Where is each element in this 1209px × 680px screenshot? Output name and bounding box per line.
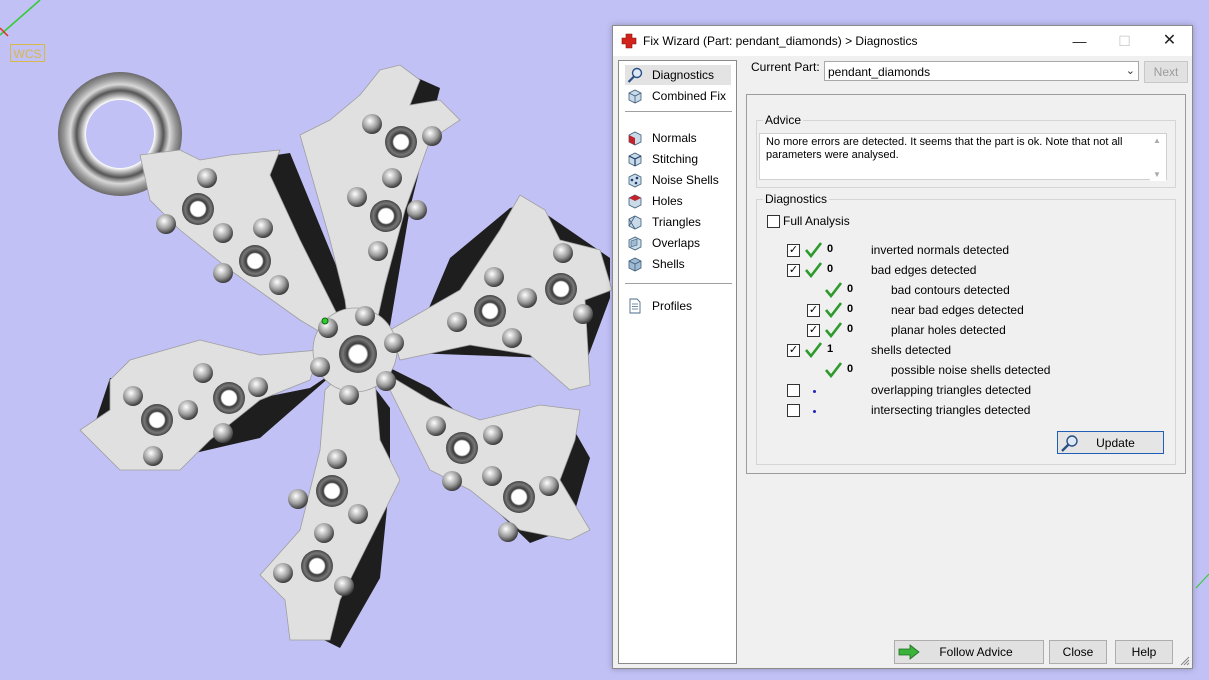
diagnostics-panel: Advice No more errors are detected. It s… bbox=[746, 94, 1186, 474]
help-button[interactable]: Help bbox=[1115, 640, 1173, 664]
intersecting-triangles-label: intersecting triangles detected bbox=[871, 403, 1031, 417]
planar-holes-label: planar holes detected bbox=[891, 323, 1006, 337]
planar-holes-count: 0 bbox=[847, 323, 854, 335]
inverted-normals-count: 0 bbox=[827, 243, 834, 255]
nav-item-shells[interactable]: Shells bbox=[625, 254, 731, 274]
resize-grip-icon[interactable] bbox=[1180, 656, 1190, 666]
nav-label: Overlaps bbox=[652, 236, 701, 250]
triangles-cube-icon bbox=[628, 215, 642, 230]
title-bar[interactable]: Fix Wizard (Part: pendant_diamonds) > Di… bbox=[613, 26, 1192, 56]
red-cross-icon bbox=[621, 33, 637, 49]
nav-item-stitching[interactable]: Stitching bbox=[625, 149, 731, 169]
holes-cube-icon bbox=[628, 194, 642, 209]
follow-advice-button[interactable]: Follow Advice bbox=[894, 640, 1044, 664]
fix-wizard-dialog: Fix Wizard (Part: pendant_diamonds) > Di… bbox=[612, 25, 1193, 669]
nav-label: Shells bbox=[652, 257, 685, 271]
next-button[interactable]: Next bbox=[1144, 61, 1188, 83]
nav-item-holes[interactable]: Holes bbox=[625, 191, 731, 211]
shells-checkbox[interactable]: ✓ bbox=[787, 344, 800, 357]
green-arrow-icon bbox=[898, 644, 920, 660]
nav-label: Noise Shells bbox=[652, 173, 719, 187]
dialog-title: Fix Wizard (Part: pendant_diamonds) > Di… bbox=[643, 34, 918, 48]
nav-label: Stitching bbox=[652, 152, 699, 166]
update-button[interactable]: Update bbox=[1057, 431, 1164, 454]
intersecting-triangles-checkbox[interactable] bbox=[787, 404, 800, 417]
bad-contours-count: 0 bbox=[847, 283, 854, 295]
nav-separator bbox=[625, 283, 732, 284]
follow-advice-label: Follow Advice bbox=[939, 645, 1013, 659]
green-check-icon bbox=[825, 322, 842, 338]
green-check-icon bbox=[825, 302, 842, 318]
inverted-normals-label: inverted normals detected bbox=[871, 243, 1010, 257]
nav-label: Diagnostics bbox=[652, 68, 715, 82]
noise-shells-icon bbox=[628, 173, 642, 188]
noise-shells-label: possible noise shells detected bbox=[891, 363, 1051, 377]
bad-contours-label: bad contours detected bbox=[891, 283, 1010, 297]
nav-separator bbox=[625, 111, 732, 112]
normals-cube-icon bbox=[628, 131, 642, 146]
nav-label: Holes bbox=[652, 194, 683, 208]
document-icon bbox=[629, 298, 641, 314]
nav-item-profiles[interactable]: Profiles bbox=[625, 296, 731, 316]
update-label: Update bbox=[1096, 436, 1135, 450]
full-analysis-label: Full Analysis bbox=[783, 214, 850, 228]
overlaps-cube-icon bbox=[628, 236, 642, 251]
close-button[interactable]: Close bbox=[1049, 640, 1107, 664]
green-check-icon bbox=[825, 282, 842, 298]
advice-scrollbar[interactable]: ▲ ▼ bbox=[1150, 134, 1166, 181]
minimize-button[interactable]: — bbox=[1057, 26, 1102, 56]
stitching-cube-icon bbox=[628, 152, 642, 167]
nav-item-overlaps[interactable]: Overlaps bbox=[625, 233, 731, 253]
near-bad-edges-count: 0 bbox=[847, 303, 854, 315]
wizard-nav: Diagnostics Combined Fix Normals Stitchi… bbox=[618, 60, 737, 664]
nav-item-diagnostics[interactable]: Diagnostics bbox=[625, 65, 731, 85]
nav-item-combined-fix[interactable]: Combined Fix bbox=[625, 86, 731, 106]
cube-icon bbox=[628, 89, 642, 104]
nav-label: Profiles bbox=[652, 299, 693, 313]
advice-textbox[interactable]: No more errors are detected. It seems th… bbox=[759, 133, 1167, 181]
advice-title: Advice bbox=[763, 113, 804, 127]
advice-text: No more errors are detected. It seems th… bbox=[766, 136, 1123, 161]
scroll-down-icon[interactable]: ▼ bbox=[1153, 170, 1161, 179]
inverted-normals-checkbox[interactable]: ✓ bbox=[787, 244, 800, 257]
full-analysis-checkbox[interactable] bbox=[767, 215, 780, 228]
green-check-icon bbox=[805, 262, 822, 278]
magnifier-icon bbox=[627, 67, 643, 83]
overlapping-triangles-checkbox[interactable] bbox=[787, 384, 800, 397]
diagnostics-title: Diagnostics bbox=[763, 192, 830, 206]
nav-label: Normals bbox=[652, 131, 697, 145]
noise-shells-count: 0 bbox=[847, 363, 854, 375]
current-part-select[interactable]: pendant_diamonds ⌄ bbox=[824, 61, 1139, 81]
green-check-icon bbox=[805, 242, 822, 258]
scroll-up-icon[interactable]: ▲ bbox=[1153, 136, 1161, 145]
wcs-label: WCS bbox=[10, 44, 45, 62]
green-check-icon bbox=[825, 362, 842, 378]
shells-count: 1 bbox=[827, 343, 834, 355]
overlapping-triangles-label: overlapping triangles detected bbox=[871, 383, 1032, 397]
close-window-button[interactable]: ✕ bbox=[1147, 26, 1192, 56]
green-check-icon bbox=[805, 342, 822, 358]
bad-edges-checkbox[interactable]: ✓ bbox=[787, 264, 800, 277]
nav-item-noise-shells[interactable]: Noise Shells bbox=[625, 170, 731, 190]
shells-cube-icon bbox=[628, 257, 642, 272]
nav-item-triangles[interactable]: Triangles bbox=[625, 212, 731, 232]
nav-label: Combined Fix bbox=[652, 89, 727, 103]
current-part-value: pendant_diamonds bbox=[828, 65, 931, 79]
nav-item-normals[interactable]: Normals bbox=[625, 128, 731, 148]
shells-label: shells detected bbox=[871, 343, 952, 357]
bad-edges-count: 0 bbox=[827, 263, 834, 275]
nav-label: Triangles bbox=[652, 215, 701, 229]
pending-dot-icon bbox=[813, 390, 816, 393]
near-bad-edges-checkbox[interactable]: ✓ bbox=[807, 304, 820, 317]
bad-edges-label: bad edges detected bbox=[871, 263, 977, 277]
planar-holes-checkbox[interactable]: ✓ bbox=[807, 324, 820, 337]
chevron-down-icon: ⌄ bbox=[1125, 65, 1135, 77]
maximize-button[interactable]: ☐ bbox=[1102, 26, 1147, 56]
near-bad-edges-label: near bad edges detected bbox=[891, 303, 1024, 317]
current-part-label: Current Part: bbox=[751, 60, 820, 74]
pending-dot-icon bbox=[813, 410, 816, 413]
